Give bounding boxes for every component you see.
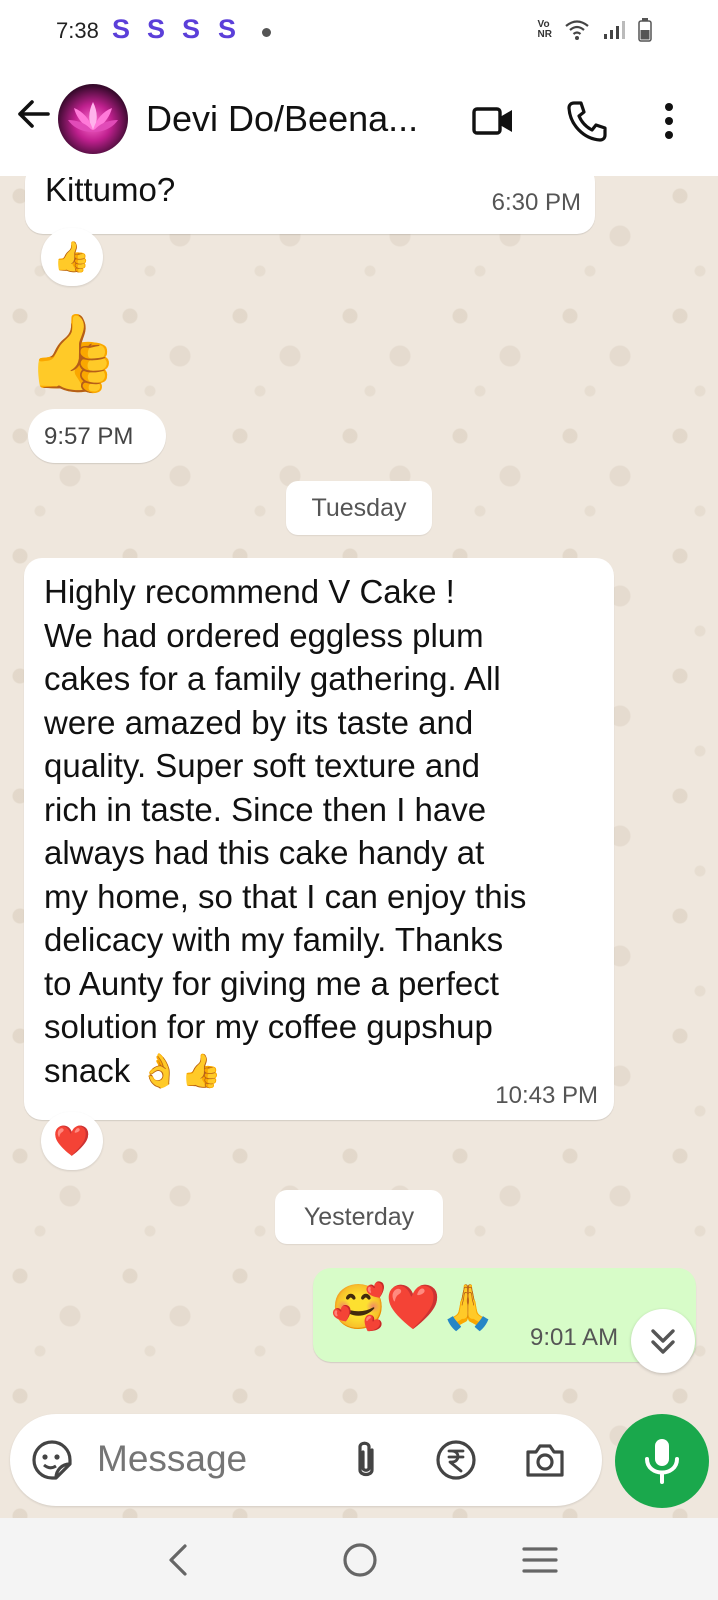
status-s-icon-3: S xyxy=(182,14,201,44)
reaction-badge[interactable]: ❤️ xyxy=(41,1112,103,1170)
date-separator: Tuesday xyxy=(286,481,432,535)
message-time: 10:43 PM xyxy=(495,1082,598,1109)
scroll-to-bottom-button[interactable] xyxy=(631,1309,695,1373)
camera-icon[interactable] xyxy=(523,1438,567,1482)
double-chevron-down-icon xyxy=(651,1329,675,1354)
contact-avatar[interactable] xyxy=(58,84,128,154)
message-text: 🥰❤️🙏 xyxy=(331,1282,496,1333)
message-bubble-incoming[interactable]: Kittumo? 6:30 PM xyxy=(25,176,595,234)
sticker-icon[interactable] xyxy=(30,1438,74,1482)
message-time-chip: 9:57 PM xyxy=(28,409,166,463)
message-time: 9:01 AM xyxy=(530,1324,619,1351)
status-s-icon-2: S xyxy=(147,14,166,44)
home-nav-icon[interactable] xyxy=(336,1536,384,1584)
more-vertical-icon[interactable] xyxy=(646,98,692,144)
system-nav-bar xyxy=(0,1518,718,1600)
thumbs-up-icon: 👍 xyxy=(53,239,91,275)
message-bubble-incoming[interactable]: Highly recommend V Cake ! We had ordered… xyxy=(24,558,614,1120)
message-input[interactable] xyxy=(97,1438,327,1480)
volte-icon: Vo NR xyxy=(538,20,552,40)
status-indicators: Vo NR xyxy=(538,18,652,42)
reaction-badge[interactable]: 👍 xyxy=(41,228,103,286)
message-time: 9:57 PM xyxy=(44,423,134,450)
arrow-left-icon[interactable] xyxy=(14,94,54,134)
signal-icon xyxy=(604,21,625,39)
status-s-icon-1: S xyxy=(112,14,131,44)
chat-header: Devi Do/Beena... xyxy=(0,64,718,176)
volte-label-bottom: NR xyxy=(537,29,552,40)
phone-icon[interactable] xyxy=(564,98,610,144)
contact-name[interactable]: Devi Do/Beena... xyxy=(146,98,418,140)
wifi-icon xyxy=(565,20,589,40)
paperclip-icon[interactable] xyxy=(344,1438,388,1482)
lotus-icon xyxy=(68,102,118,132)
status-s-icon-4: S xyxy=(218,14,237,44)
back-nav-icon[interactable] xyxy=(155,1536,203,1584)
date-separator: Yesterday xyxy=(275,1190,443,1244)
message-text: Kittumo? xyxy=(45,176,176,208)
thumbs-up-icon: 👍 xyxy=(25,308,120,397)
message-text: Highly recommend V Cake ! We had ordered… xyxy=(44,573,527,1089)
battery-icon xyxy=(638,18,652,42)
status-bar: 7:38 S S S S Vo NR xyxy=(0,0,718,64)
voice-message-button[interactable] xyxy=(615,1414,709,1508)
message-time: 6:30 PM xyxy=(491,189,581,216)
notification-dot xyxy=(262,28,271,37)
microphone-icon xyxy=(645,1439,679,1484)
emoji-message[interactable]: 👍 xyxy=(25,308,120,398)
heart-icon: ❤️ xyxy=(53,1123,91,1159)
status-time: 7:38 xyxy=(56,18,99,43)
recents-nav-icon[interactable] xyxy=(516,1536,564,1584)
rupee-icon[interactable] xyxy=(434,1438,478,1482)
message-composer xyxy=(10,1414,602,1506)
chat-area[interactable]: Kittumo? 6:30 PM 👍 👍 9:57 PM Tuesday Hig… xyxy=(0,176,718,1518)
video-camera-icon[interactable] xyxy=(470,98,516,144)
